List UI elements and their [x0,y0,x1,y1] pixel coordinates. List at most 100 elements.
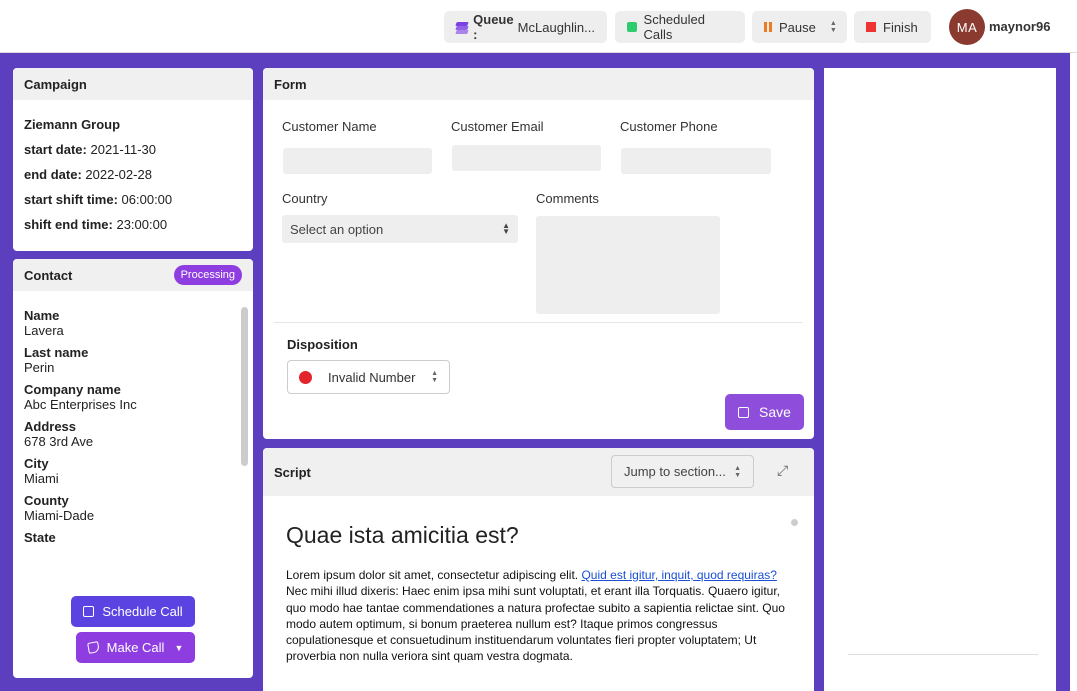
disposition-select[interactable]: Invalid Number ▲ ▼ [287,360,450,394]
phone-icon [86,641,100,654]
script-heading: Quae ista amicitia est? [286,522,519,548]
contact-field-county: County Miami-Dade [24,493,242,523]
save-button[interactable]: Save [725,394,804,430]
contact-field-state: State [24,530,242,545]
layers-icon [455,21,469,34]
field-value: Abc Enterprises Inc [24,397,137,412]
contact-scrollbar[interactable] [241,307,248,466]
country-label: Country [282,191,328,206]
customer-name-input[interactable] [283,148,432,174]
customer-name-label: Customer Name [282,119,377,134]
divider [274,322,803,323]
disposition-value: Invalid Number [328,369,416,385]
field-value: Perin [24,360,55,375]
contact-field-last-name: Last name Perin [24,345,242,375]
queue-button[interactable]: Queue : McLaughlin... [444,11,607,43]
right-panel [824,68,1056,691]
scheduled-calls-button[interactable]: Scheduled Calls [615,11,745,43]
field-value: Lavera [24,323,64,338]
avatar[interactable]: MA [949,9,985,45]
chevron-down-icon[interactable]: ▼ [174,643,183,653]
script-title: Script [274,464,311,480]
field-label: City [24,456,49,471]
contact-title: Contact [24,267,73,283]
field-label: Company name [24,382,121,397]
calendar-icon [627,22,637,32]
field-label: Last name [24,345,89,360]
country-select-value: Select an option [290,221,384,237]
chevron-updown-icon: ▲ ▼ [829,20,837,34]
script-content: Quae ista amicitia est? Lorem ipsum dolo… [263,496,814,665]
customer-email-label: Customer Email [451,119,544,134]
contact-fields[interactable]: Name Lavera Last name Perin Company name Ab… [13,291,253,581]
customer-phone-input[interactable] [621,148,771,174]
start-date-row: start date: 2021-11-30 [24,142,242,157]
stop-icon [866,22,876,32]
disposition-label: Disposition [287,337,358,352]
make-call-label: Make Call [106,640,165,655]
customer-email-input[interactable] [452,145,601,171]
customer-phone-label: Customer Phone [620,119,718,134]
chevron-updown-icon: ▲ ▼ [431,370,438,384]
form-card: Form Customer Name Customer Email Custom… [263,68,814,439]
chevron-updown-icon: ▲ ▼ [502,221,510,236]
field-value: Miami [24,471,59,486]
save-icon [738,406,750,418]
field-label: Name [24,308,60,323]
divider [848,654,1038,655]
finish-label: Finish [883,19,918,35]
start-shift-label: start shift time: [24,192,118,207]
end-date-label: end date: [24,167,82,182]
save-label: Save [759,404,791,420]
schedule-call-label: Schedule Call [102,604,183,619]
start-date-label: start date: [24,142,87,157]
campaign-card: Campaign Ziemann Group start date: 2021-… [13,68,253,251]
make-call-button[interactable]: Make Call ▼ [76,632,195,663]
queue-prefix: Queue : [473,12,514,42]
start-date-value: 2021-11-30 [90,142,157,157]
scroll-indicator [791,519,798,526]
script-text-start: Lorem ipsum dolor sit amet, consectetur … [286,568,582,582]
contact-field-name: Name Lavera [24,308,242,338]
contact-field-address: Address 678 3rd Ave [24,419,242,449]
end-shift-row: shift end time: 23:00:00 [24,217,242,232]
form-title: Form [263,68,814,100]
pause-label: Pause [779,19,816,35]
end-shift-value: 23:00:00 [116,217,168,232]
field-label: County [24,493,69,508]
top-bar: Queue : McLaughlin... Scheduled Calls Pa… [0,0,1077,53]
expand-icon[interactable]: ⤢ [777,462,788,479]
jump-label: Jump to section... [624,464,726,479]
script-card: Script Jump to section... ▲ ▼ ⤢ Quae ista… [263,448,814,691]
pause-icon [764,22,772,32]
end-date-row: end date: 2022-02-28 [24,167,242,182]
contact-field-city: City Miami [24,456,242,486]
comments-label: Comments [536,191,599,206]
comments-textarea[interactable] [536,216,720,314]
calendar-icon [83,606,95,617]
campaign-name: Ziemann Group [24,117,121,132]
script-paragraph: Lorem ipsum dolor sit amet, consectetur … [286,567,791,665]
country-select[interactable]: Select an option ▲ ▼ [282,215,518,243]
window-edge [1070,53,1077,691]
field-value: 678 3rd Ave [24,434,94,449]
end-date-value: 2022-02-28 [85,167,152,182]
field-label: Address [24,419,77,434]
schedule-call-button[interactable]: Schedule Call [71,596,195,627]
pause-button[interactable]: Pause ▲ ▼ [752,11,847,43]
queue-name: McLaughlin... [517,19,595,35]
finish-button[interactable]: Finish [854,11,931,43]
scheduled-calls-label: Scheduled Calls [643,12,705,42]
script-link[interactable]: Quid est igitur, inquit, quod requiras? [581,568,776,582]
start-shift-row: start shift time: 06:00:00 [24,192,242,207]
jump-to-section-select[interactable]: Jump to section... ▲ ▼ [611,455,754,488]
field-label: State [24,530,56,545]
start-shift-value: 06:00:00 [121,192,173,207]
chevron-updown-icon: ▲ ▼ [734,464,741,479]
field-value: Miami-Dade [24,508,95,523]
contact-header: Contact Processing [13,259,253,291]
username[interactable]: maynor96 [989,19,1050,34]
contact-field-company: Company name Abc Enterprises Inc [24,382,242,412]
script-text-end: Nec mihi illud dixeris: Haec enim ipsa m… [286,584,785,664]
status-badge: Processing [173,265,242,285]
